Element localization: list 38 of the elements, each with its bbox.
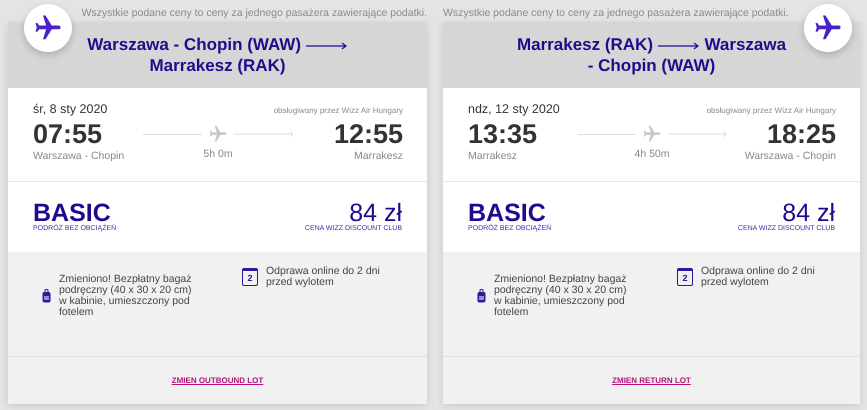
- arrival-airport: Warszawa - Chopin: [744, 150, 836, 162]
- arrow-line: [668, 130, 726, 138]
- route-title: Warszawa - Chopin (WAW) Marrakesz (RAK): [78, 34, 357, 76]
- fare-name: BASIC: [33, 201, 111, 225]
- fare-name: BASIC: [468, 201, 546, 225]
- feature-text: Odprawa online do 2 dni przed wylotem: [266, 266, 381, 288]
- operator-text: obsługiwany przez Wizz Air Hungary: [706, 106, 836, 115]
- price-notice: Wszystkie podane ceny to ceny za jednego pasażera zawierające podatki.: [80, 6, 427, 21]
- calendar-icon: 2: [242, 268, 258, 286]
- route-title: Marrakesz (RAK) Warszawa - Chopin (WAW): [516, 34, 788, 76]
- arrow-icon: [658, 42, 700, 50]
- operator-text: obsługiwany przez Wizz Air Hungary: [274, 106, 403, 115]
- change-flight-link[interactable]: ZMIEN RETURN LOT: [612, 376, 691, 385]
- flight-duration: 4h 50m: [634, 148, 670, 160]
- departure-airport: Warszawa - Chopin: [33, 150, 124, 162]
- departure-time: 13:35: [468, 118, 538, 150]
- feature-text: Zmieniono! Bezpłatny bagaż podręczny (40 x 30 x 20 cm) w kabinie, umieszczony pod fotelem: [494, 274, 628, 318]
- feature-text: Zmieniono! Bezpłatny bagaż podręczny (40 x 30 x 20 cm) w kabinie, umieszczony pod fotelem: [59, 274, 192, 318]
- arrival-time: 18:25: [766, 118, 836, 150]
- arrow-icon: [306, 42, 348, 50]
- change-flight-link[interactable]: ZMIEN OUTBOUND LOT: [172, 376, 264, 385]
- flight-date: ndz, 12 sty 2020: [468, 102, 560, 116]
- backpack-icon: [477, 289, 486, 303]
- departure-time: 07:55: [33, 118, 102, 150]
- flight-date: śr, 8 sty 2020: [33, 102, 108, 116]
- fare-price: 84 zł: [782, 201, 835, 225]
- price-notice: Wszystkie podane ceny to ceny za jednego pasażera zawierające podatki.: [443, 6, 790, 21]
- flight-duration: 5h 0m: [203, 148, 233, 160]
- feature-text: Odprawa online do 2 dni przed wylotem: [701, 266, 816, 288]
- arrival-airport: Marrakesz: [354, 150, 403, 162]
- calendar-icon: 2: [677, 268, 693, 286]
- fare-price: 84 zł: [349, 201, 402, 225]
- backpack-icon: [42, 289, 51, 303]
- departure-airport: Marrakesz: [468, 150, 518, 162]
- airplane-icon: [642, 124, 662, 144]
- airplane-icon: [208, 124, 228, 144]
- arrival-time: 12:55: [334, 118, 403, 150]
- arrow-line: [234, 130, 293, 138]
